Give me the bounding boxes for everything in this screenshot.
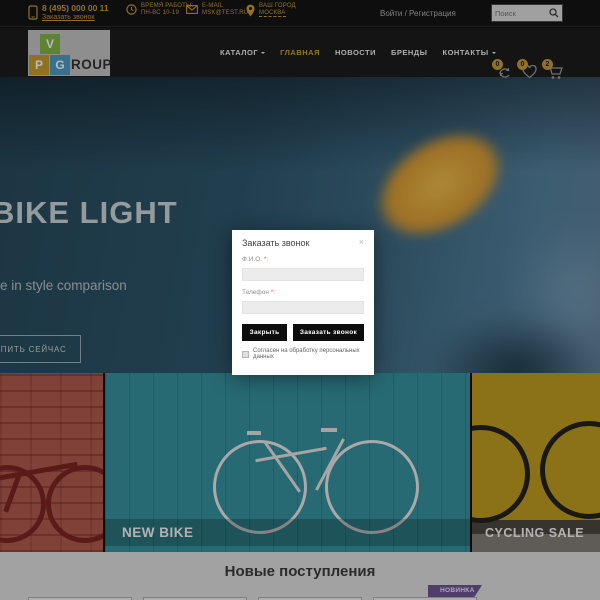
close-icon[interactable]: × — [359, 238, 364, 247]
fio-label: Ф.И.О. *: — [242, 256, 364, 263]
field-label-text: Телефон — [242, 289, 269, 296]
fio-field: Ф.И.О. *: — [242, 256, 364, 281]
phone-input[interactable] — [242, 301, 364, 314]
field-label-text: Ф.И.О. — [242, 256, 262, 263]
consent-row: Согласен на обработку персональных данны… — [242, 348, 364, 360]
fio-input[interactable] — [242, 268, 364, 281]
phone-label: Телефон *: — [242, 289, 364, 296]
consent-label: Согласен на обработку персональных данны… — [253, 348, 364, 360]
modal-title: Заказать звонок — [242, 238, 309, 248]
modal-submit-button[interactable]: Заказать звонок — [293, 324, 364, 341]
consent-checkbox[interactable] — [242, 351, 249, 358]
phone-field: Телефон *: — [242, 289, 364, 314]
callback-modal: Заказать звонок × Ф.И.О. *: Телефон *: З… — [232, 230, 374, 375]
required-marker: *: — [264, 256, 268, 263]
page: 8 (495) 000 00 11 Заказать звонок ВРЕМЯ … — [0, 0, 600, 600]
required-marker: *: — [271, 289, 275, 296]
modal-close-button[interactable]: Закрыть — [242, 324, 287, 341]
